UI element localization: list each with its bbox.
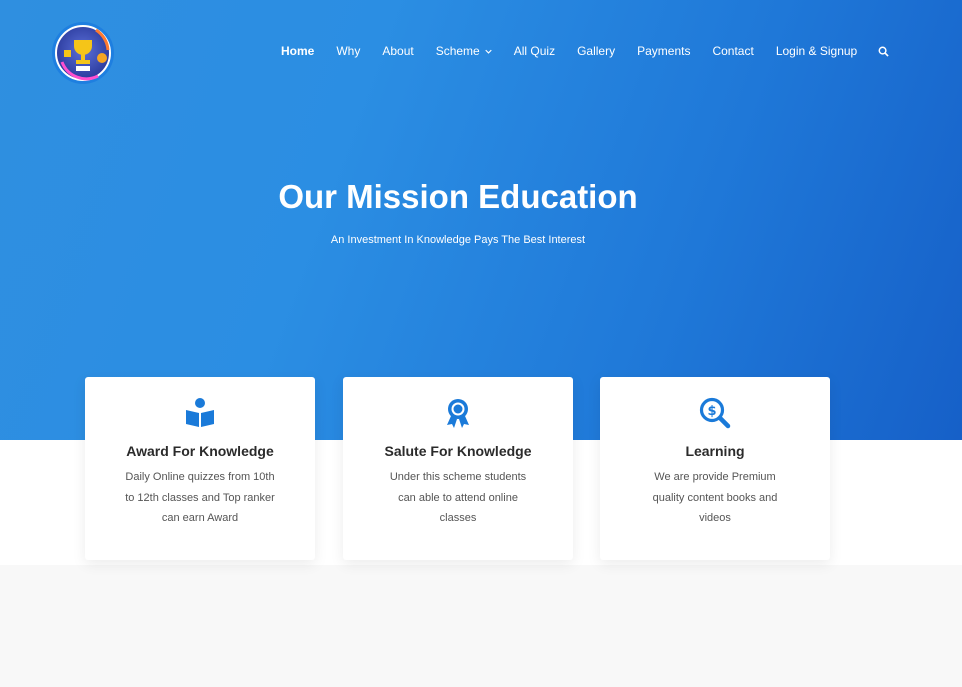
card-title: Salute For Knowledge bbox=[384, 443, 532, 459]
hero-subtitle: An Investment In Knowledge Pays The Best… bbox=[330, 234, 586, 246]
nav-home[interactable]: Home bbox=[270, 44, 325, 58]
nav-all-quiz[interactable]: All Quiz bbox=[503, 44, 566, 58]
svg-text:$: $ bbox=[707, 404, 716, 419]
search-dollar-icon: $ bbox=[600, 397, 830, 429]
award-ribbon-icon bbox=[343, 397, 573, 429]
card-description: We are provide Premium quality content b… bbox=[652, 471, 778, 524]
feature-card-salute: Salute For Knowledge Under this scheme s… bbox=[343, 377, 573, 560]
nav-scheme-label: Scheme bbox=[435, 44, 480, 58]
site-logo[interactable] bbox=[50, 20, 116, 86]
nav-why[interactable]: Why bbox=[325, 44, 371, 58]
card-title: Award For Knowledge bbox=[126, 443, 274, 459]
card-title: Learning bbox=[685, 443, 745, 459]
main-navigation: Home Why About Scheme All Quiz Gallery P… bbox=[270, 0, 895, 102]
nav-about[interactable]: About bbox=[371, 44, 424, 58]
feature-card-learning: $ Learning We are provide Premium qualit… bbox=[600, 377, 830, 560]
search-icon[interactable] bbox=[872, 46, 895, 57]
card-description: Under this scheme students can able to a… bbox=[389, 471, 527, 524]
nav-login-signup[interactable]: Login & Signup bbox=[765, 44, 868, 58]
nav-contact[interactable]: Contact bbox=[701, 44, 764, 58]
nav-scheme[interactable]: Scheme bbox=[425, 44, 503, 58]
nav-gallery[interactable]: Gallery bbox=[566, 44, 626, 58]
nav-payments[interactable]: Payments bbox=[626, 44, 701, 58]
card-description: Daily Online quizzes from 10th to 12th c… bbox=[125, 471, 275, 524]
feature-card-award: Award For Knowledge Daily Online quizzes… bbox=[85, 377, 315, 560]
book-reader-icon bbox=[85, 397, 315, 429]
hero-title: Our Mission Education bbox=[278, 178, 638, 215]
chevron-down-icon bbox=[485, 49, 492, 54]
